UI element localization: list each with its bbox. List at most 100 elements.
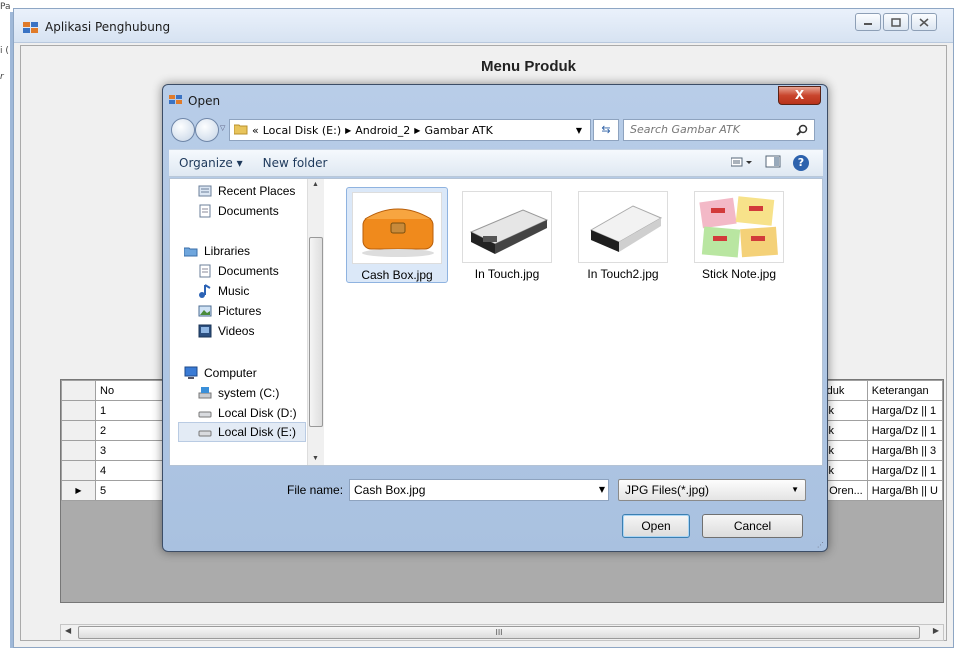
cell-keterangan[interactable]: Harga/Dz || 1 (866, 460, 944, 481)
cell-keterangan[interactable]: Harga/Bh || 3 (866, 440, 944, 461)
table-row[interactable]: ickHarga/Dz || 1 (815, 400, 944, 421)
cell-keterangan[interactable]: Harga/Dz || 1 (866, 420, 944, 441)
row-header[interactable] (61, 420, 96, 441)
maximize-icon[interactable] (883, 13, 909, 31)
table-row[interactable]: ickHarga/Bh || 3 (815, 440, 944, 461)
cell-no[interactable]: 5 (95, 480, 166, 501)
nav-item-music[interactable]: Music (198, 281, 249, 301)
scroll-up-icon[interactable]: ▲ (312, 181, 319, 188)
table-row[interactable]: ▶ 5 (61, 480, 166, 501)
row-header[interactable] (61, 400, 96, 421)
recent-pages-chevron-icon[interactable]: ▽ (220, 124, 225, 132)
breadcrumb-separator-icon[interactable]: ▶ (345, 126, 351, 135)
table-row[interactable]: ickHarga/Dz || 1 (815, 460, 944, 481)
breadcrumb-overflow[interactable]: « (252, 124, 259, 137)
nav-item-documents[interactable]: Documents (198, 201, 279, 221)
page-title: Menu Produk (481, 58, 577, 75)
nav-item-label: Recent Places (218, 184, 296, 198)
scrollbar-thumb[interactable] (309, 237, 323, 427)
search-placeholder: Search Gambar ATK (630, 123, 740, 136)
app-icon (23, 20, 39, 34)
window-title: Aplikasi Penghubung (45, 20, 171, 34)
document-icon (198, 204, 212, 218)
nav-item-videos[interactable]: Videos (198, 321, 254, 341)
nav-item-label: Pictures (218, 304, 262, 318)
file-item-in-touch[interactable]: In Touch.jpg (456, 187, 558, 283)
nav-item-libraries[interactable]: Libraries (183, 241, 250, 261)
dialog-close-button[interactable]: X (778, 86, 821, 105)
cell-keterangan[interactable]: Harga/Dz || 1 (866, 400, 944, 421)
column-header-no[interactable]: No (95, 380, 166, 401)
cell-keterangan[interactable]: Harga/Bh || U (866, 480, 944, 501)
file-name-input[interactable]: Cash Box.jpg (349, 479, 609, 501)
scrollbar-thumb[interactable]: III (78, 626, 920, 639)
help-icon[interactable]: ? (793, 155, 809, 171)
file-item-cash-box[interactable]: Cash Box.jpg (346, 187, 448, 283)
drive-icon (198, 386, 212, 400)
close-icon[interactable] (911, 13, 937, 31)
file-type-select[interactable]: JPG Files(*.jpg) ▼ (618, 479, 806, 501)
table-row[interactable]: 3 (61, 440, 166, 461)
file-item-stick-note[interactable]: Stick Note.jpg (688, 187, 790, 283)
cancel-button[interactable]: Cancel (702, 514, 803, 538)
file-item-in-touch2[interactable]: In Touch2.jpg (572, 187, 674, 283)
breadcrumb-android-2[interactable]: Android_2 (355, 124, 410, 137)
cell-no[interactable]: 2 (95, 420, 166, 441)
address-bar[interactable]: « Local Disk (E:) ▶ Android_2 ▶ Gambar A… (229, 119, 591, 141)
open-button[interactable]: Open (622, 514, 690, 538)
organize-menu[interactable]: Organize ▾ (169, 156, 253, 170)
address-dropdown-icon[interactable]: ▼ (576, 126, 582, 135)
view-options-icon[interactable] (730, 156, 753, 171)
cell-no[interactable]: 3 (95, 440, 166, 461)
nav-vertical-scrollbar[interactable]: ▲ ▼ (307, 179, 324, 465)
nav-item-system-c[interactable]: system (C:) (198, 383, 279, 403)
table-row[interactable]: 1 (61, 400, 166, 421)
table-row[interactable]: 2 (61, 420, 166, 441)
scroll-left-icon[interactable]: ◀ (65, 626, 71, 635)
row-header[interactable] (61, 460, 96, 481)
cell-no[interactable]: 4 (95, 460, 166, 481)
scroll-down-icon[interactable]: ▼ (312, 455, 319, 462)
nav-item-recent-places[interactable]: Recent Places (198, 181, 295, 201)
cell-no[interactable]: 1 (95, 400, 166, 421)
nav-item-label: Computer (204, 366, 257, 380)
column-header-keterangan[interactable]: Keterangan (866, 380, 944, 401)
table-row[interactable]: ickHarga/Dz || 1 (815, 420, 944, 441)
stick-note-thumbnail (694, 191, 784, 263)
dialog-titlebar[interactable]: Open (169, 91, 220, 111)
background-text-fragment: i ( (0, 46, 9, 56)
row-header[interactable] (61, 440, 96, 461)
grid-left-columns: No 1 2 3 4 ▶ 5 (61, 380, 166, 501)
cash-box-thumbnail (352, 192, 442, 264)
grid-horizontal-scrollbar[interactable]: ◀ III ▶ (60, 624, 944, 641)
file-name-dropdown-icon[interactable]: ▼ (593, 479, 611, 501)
new-folder-button[interactable]: New folder (253, 156, 338, 170)
preview-pane-icon[interactable] (765, 155, 781, 171)
breadcrumb-gambar-atk[interactable]: Gambar ATK (424, 124, 492, 137)
nav-item-local-disk-d[interactable]: Local Disk (D:) (198, 403, 297, 423)
grid-right-columns: oduk Keterangan ickHarga/Dz || 1 ickHarg… (815, 380, 944, 501)
back-button[interactable] (171, 118, 195, 142)
main-titlebar[interactable]: Aplikasi Penghubung (14, 9, 953, 43)
table-row[interactable]: 4 (61, 460, 166, 481)
nav-item-label: system (C:) (218, 386, 280, 400)
resize-grip-icon[interactable]: ⋰ (817, 541, 824, 549)
document-icon (198, 264, 212, 278)
current-row-marker[interactable]: ▶ (61, 480, 96, 501)
dialog-title: Open (188, 94, 221, 108)
table-row[interactable]: l, Oren... Harga/Bh || U (815, 480, 944, 501)
videos-icon (198, 324, 212, 338)
search-input[interactable]: Search Gambar ATK (623, 119, 815, 141)
refresh-icon[interactable]: ⇆ (593, 119, 619, 141)
nav-item-pictures[interactable]: Pictures (198, 301, 261, 321)
forward-button[interactable] (195, 118, 219, 142)
breadcrumb-local-disk-e[interactable]: Local Disk (E:) (263, 124, 341, 137)
breadcrumb-separator-icon[interactable]: ▶ (414, 126, 420, 135)
search-icon[interactable] (796, 120, 808, 143)
minimize-icon[interactable] (855, 13, 881, 31)
scroll-right-icon[interactable]: ▶ (933, 626, 939, 635)
nav-item-computer[interactable]: Computer (184, 363, 257, 383)
open-file-dialog: Open X ▽ « Local Disk (E:) ▶ Android_2 ▶… (162, 84, 828, 552)
nav-item-local-disk-e[interactable]: Local Disk (E:) (178, 422, 306, 442)
nav-item-lib-documents[interactable]: Documents (198, 261, 279, 281)
